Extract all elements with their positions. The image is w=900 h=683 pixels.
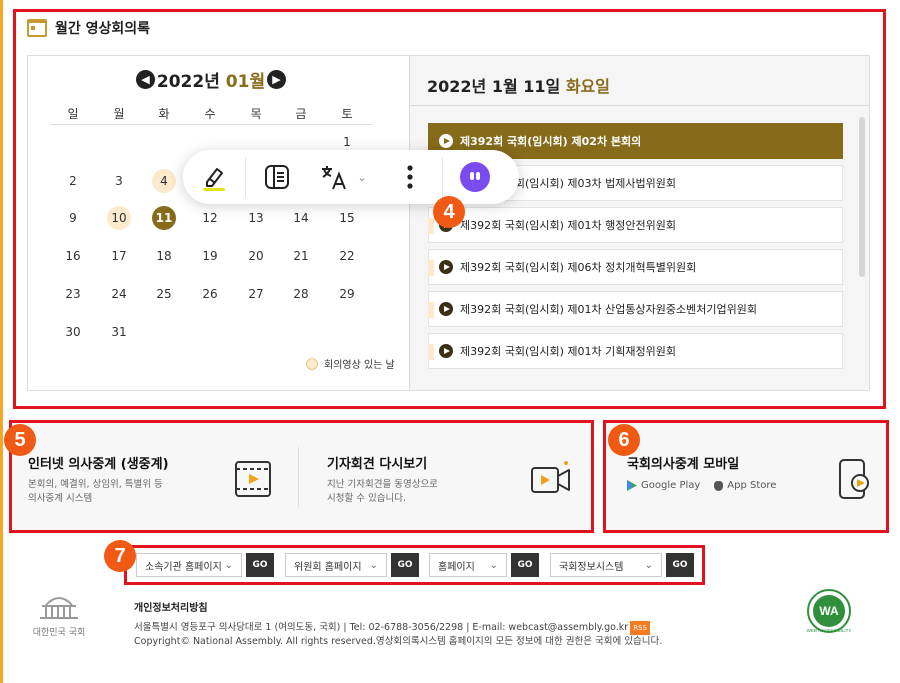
- logo-text: 대한민국 국회: [32, 628, 86, 638]
- callout-frame-mobile: [603, 420, 889, 533]
- callout-badge-5: 5: [4, 424, 36, 456]
- rss-badge[interactable]: RSS: [630, 621, 650, 635]
- footer-info: 개인정보처리방침 서울특별시 영등포구 의사당대로 1 (여의도동, 국회) |…: [134, 599, 774, 649]
- wa-mark-text: WA: [819, 604, 839, 618]
- callout-badge-6: 6: [608, 424, 640, 456]
- footer-address: 서울특별시 영등포구 의사당대로 1 (여의도동, 국회) | Tel: 02-…: [134, 622, 629, 633]
- callout-badge-7: 7: [104, 540, 136, 572]
- assembly-building-icon: [40, 597, 78, 619]
- web-accessibility-badge-icon: WA WEB ACCESSIBILITY: [807, 589, 852, 633]
- wa-label-text: WEB ACCESSIBILITY: [807, 628, 852, 633]
- national-assembly-logo[interactable]: 대한민국 국회: [24, 595, 94, 638]
- left-accent-bar: [0, 0, 3, 683]
- footer-address-line: 서울특별시 영등포구 의사당대로 1 (여의도동, 국회) | Tel: 02-…: [134, 621, 774, 635]
- web-accessibility-mark: WA WEB ACCESSIBILITY: [798, 588, 860, 638]
- callout-frame-services: [9, 420, 594, 533]
- privacy-policy-link[interactable]: 개인정보처리방침: [134, 599, 774, 614]
- callout-frame-footer-links: [124, 545, 705, 585]
- footer-copyright: Copyright© National Assembly. All rights…: [134, 636, 663, 647]
- callout-badge-4: 4: [433, 196, 465, 228]
